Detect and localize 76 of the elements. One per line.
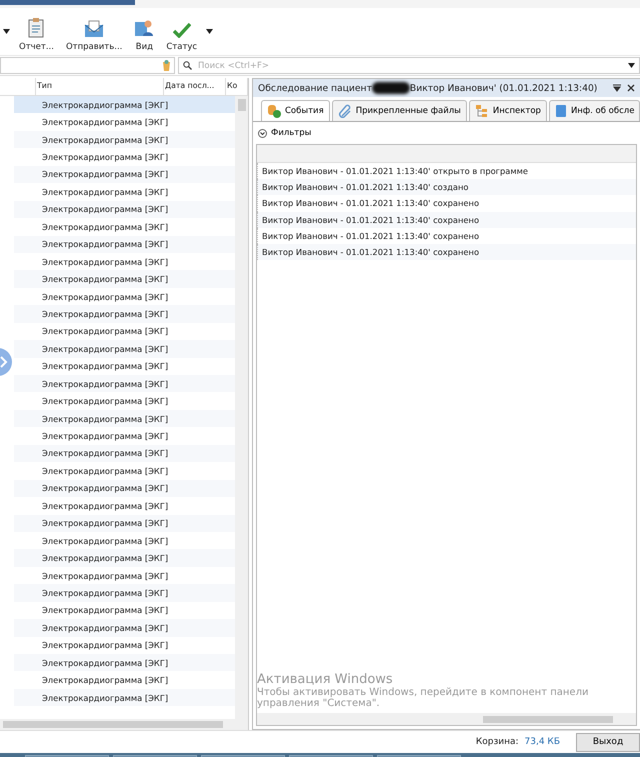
table-row[interactable]: Электрокардиограмма [ЭКГ]: [14, 288, 235, 306]
table-row[interactable]: Электрокардиограмма [ЭКГ]: [14, 514, 235, 532]
table-row[interactable]: Электрокардиограмма [ЭКГ]: [14, 602, 235, 620]
paperclip-icon: [338, 104, 352, 118]
table-row[interactable]: Электрокардиограмма [ЭКГ]: [14, 200, 235, 218]
chevron-right-icon: [0, 356, 8, 368]
table-row[interactable]: Электрокардиограмма [ЭКГ]: [14, 358, 235, 375]
search-field[interactable]: Поиск <Ctrl+F>: [178, 57, 640, 74]
table-row[interactable]: Электрокардиограмма [ЭКГ]: [14, 218, 235, 236]
table-row[interactable]: Электрокардиограмма [ЭКГ]: [14, 236, 235, 253]
event-row[interactable]: Виктор Иванович - 01.01.2021 1:13:40' сохранено: [257, 212, 636, 228]
clear-filter-icon: [162, 60, 171, 71]
panel-title: Виктор Иванович' (01.01.2021 1:13:40): [410, 82, 598, 94]
toolbar-button[interactable]: Отправить...: [60, 12, 128, 52]
clipboard-icon: [27, 18, 46, 38]
activation-title: Активация Windows: [257, 672, 393, 687]
horizontal-scrollbar[interactable]: [0, 719, 248, 730]
table-row[interactable]: Электрокардиограмма [ЭКГ]: [14, 427, 235, 445]
event-row[interactable]: Виктор Иванович - 01.01.2021 1:13:40' создано: [257, 179, 636, 196]
checkmark-icon: [172, 22, 191, 38]
toolbar-button[interactable]: Вид: [128, 12, 160, 52]
tab[interactable]: Прикрепленные файлы: [332, 100, 467, 121]
tab[interactable]: События: [261, 100, 330, 121]
table-row[interactable]: Электрокардиограмма [ЭКГ]: [14, 410, 235, 428]
filter-field[interactable]: [0, 57, 175, 74]
table-row[interactable]: Электрокардиограмма [ЭКГ]: [14, 619, 235, 637]
table-row[interactable]: Электрокардиограмма [ЭКГ]: [14, 584, 235, 602]
table-row[interactable]: Электрокардиограмма [ЭКГ]: [14, 183, 235, 201]
table-row[interactable]: Электрокардиограмма [ЭКГ]: [14, 375, 235, 392]
table-row[interactable]: Электрокардиограмма [ЭКГ]: [14, 671, 235, 689]
table-row[interactable]: Электрокардиограмма [ЭКГ]: [14, 549, 235, 567]
toolbar-button[interactable]: Отчет...: [13, 12, 60, 52]
envelope-icon: [84, 20, 104, 38]
table-row[interactable]: Электрокардиограмма [ЭКГ]: [14, 688, 235, 706]
table-row[interactable]: Электрокардиограмма [ЭКГ]: [14, 480, 235, 498]
toolbar-button[interactable]: Статус: [160, 12, 204, 52]
exit-button[interactable]: Выход: [576, 732, 640, 752]
table-row[interactable]: Электрокардиограмма [ЭКГ]: [14, 654, 235, 672]
tab[interactable]: Инспектор: [468, 100, 547, 121]
table-row[interactable]: Электрокардиограмма [ЭКГ]: [14, 148, 235, 166]
table-row[interactable]: Электрокардиограмма [ЭКГ]: [14, 392, 235, 410]
table-row[interactable]: Электрокардиограмма [ЭКГ]: [14, 322, 235, 340]
close-icon[interactable]: [627, 84, 636, 92]
pin-menu-icon[interactable]: [613, 84, 622, 92]
table-row[interactable]: Электрокардиограмма [ЭКГ]: [14, 113, 235, 131]
table-row[interactable]: Электрокардиограмма [ЭКГ]: [14, 636, 235, 654]
table-row[interactable]: Электрокардиограмма [ЭКГ]: [14, 340, 235, 358]
horizontal-scrollbar[interactable]: [257, 713, 636, 725]
user-card-icon: [134, 18, 154, 38]
activation-text: управления "Система".: [257, 698, 381, 709]
panel-title: Обследование пациент: [258, 82, 372, 94]
dropdown-arrow-icon[interactable]: [628, 63, 635, 68]
search-icon: [183, 61, 192, 70]
table-row[interactable]: Электрокардиограмма [ЭКГ]: [14, 252, 235, 270]
table-row[interactable]: Электрокардиограмма [ЭКГ]: [14, 444, 235, 462]
redaction-mark: [372, 82, 410, 94]
table-row[interactable]: Электрокардиограмма [ЭКГ]: [14, 497, 235, 514]
hierarchy-icon: [474, 104, 489, 118]
event-row[interactable]: Виктор Иванович - 01.01.2021 1:13:40' сохранено: [257, 244, 636, 260]
table-row[interactable]: Электрокардиограмма [ЭКГ]: [14, 305, 235, 323]
table-row[interactable]: Электрокардиограмма [ЭКГ]: [14, 462, 235, 480]
vertical-scrollbar[interactable]: [235, 96, 248, 719]
filters-toggle[interactable]: Фильтры: [253, 122, 640, 144]
table-row[interactable]: Электрокардиограмма [ЭКГ]: [14, 130, 235, 148]
basket-label: Корзина:: [476, 737, 519, 747]
table-row[interactable]: Электрокардиограмма [ЭКГ]: [14, 96, 235, 114]
chevron-down-icon: [258, 128, 267, 138]
table-row[interactable]: Электрокардиограмма [ЭКГ]: [14, 166, 235, 184]
table-row[interactable]: Электрокардиограмма [ЭКГ]: [14, 270, 235, 288]
table-row[interactable]: Электрокардиограмма [ЭКГ]: [14, 532, 235, 550]
dropdown-arrow-icon[interactable]: [3, 29, 10, 34]
table-row[interactable]: Электрокардиограмма [ЭКГ]: [14, 566, 235, 584]
dropdown-arrow-icon[interactable]: [206, 29, 214, 34]
tab[interactable]: Инф. об обсле: [548, 100, 640, 121]
basket-size: 73,4 КБ: [524, 737, 560, 747]
activation-text: Чтобы активировать Windows, перейдите в компонент панели: [257, 687, 588, 698]
